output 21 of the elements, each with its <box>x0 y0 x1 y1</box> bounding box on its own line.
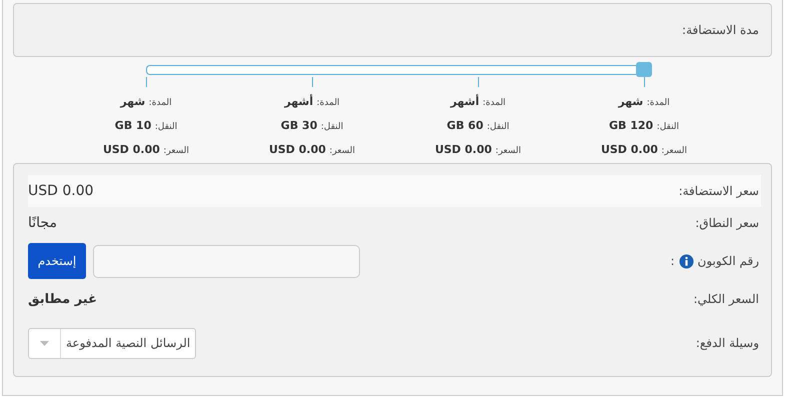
field-value: مجانًا <box>28 215 57 231</box>
duration-text: المدة: أشهر <box>450 95 506 108</box>
field-label: وسيلة الدفع: <box>696 336 759 350</box>
caret-icon <box>40 340 49 346</box>
field-label: مدة الاستضافة: <box>682 23 759 37</box>
field-label: سعر الاستضافة: <box>678 184 759 198</box>
info-icon[interactable] <box>678 254 694 268</box>
field-label: رقم الكوبون <box>698 254 759 268</box>
label-colon: : <box>670 254 674 268</box>
field-label: سعر النطاق: <box>695 216 759 230</box>
field-value: غير مطابق <box>28 292 97 306</box>
duration-text: المدة: شهر <box>618 95 670 108</box>
apply-button[interactable]: إستخدم <box>28 243 86 279</box>
coupon-field[interactable] <box>93 244 360 278</box>
field-value: USD 0.00 <box>28 183 94 199</box>
duration-text: المدة: شهر <box>120 95 172 108</box>
slider-thumb[interactable] <box>636 62 652 77</box>
payment-select[interactable]: الرسائل النصية المدفوعة <box>28 328 196 358</box>
slider-track[interactable] <box>146 64 636 74</box>
field-label: السعر الكلي: <box>693 292 759 306</box>
duration-text: المدة: أشهر <box>284 95 340 108</box>
